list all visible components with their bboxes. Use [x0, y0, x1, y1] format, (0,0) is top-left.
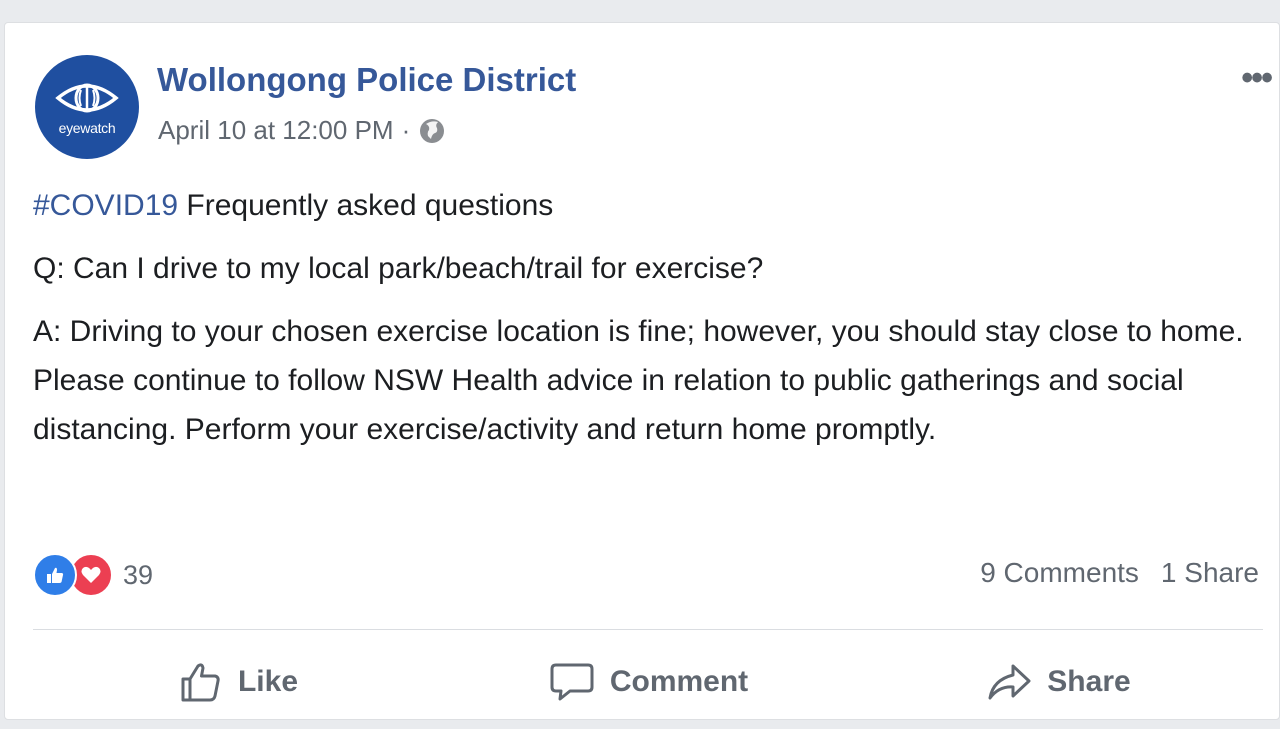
- share-button[interactable]: Share: [853, 635, 1263, 729]
- reactions-summary[interactable]: 39: [33, 553, 153, 597]
- like-label: Like: [237, 665, 299, 698]
- reaction-count: 39: [123, 559, 154, 590]
- post-timestamp[interactable]: April 10 at 12:00 PM: [158, 115, 394, 146]
- post-question: Q: Can I drive to my local park/beach/tr…: [33, 252, 764, 285]
- comment-icon: [550, 663, 594, 701]
- eye-logo-icon: [55, 83, 119, 113]
- avatar[interactable]: eyewatch: [35, 55, 139, 159]
- headline-text: Frequently asked questions: [178, 189, 554, 222]
- avatar-brand-text: eyewatch: [58, 120, 116, 136]
- comment-label: Comment: [609, 665, 749, 698]
- post-headline: #COVID19 Frequently asked questions: [33, 181, 1258, 230]
- post-meta: April 10 at 12:00 PM ·: [158, 115, 446, 146]
- post-body: #COVID19 Frequently asked questions Q: C…: [33, 181, 1258, 468]
- share-icon: [988, 664, 1031, 700]
- globe-icon: [420, 118, 445, 143]
- like-reaction-icon: [33, 553, 77, 597]
- hashtag-link[interactable]: #COVID19: [33, 189, 178, 222]
- thumbs-up-icon: [181, 663, 220, 702]
- action-bar: Like Comment Share: [33, 635, 1263, 729]
- meta-separator: ·: [401, 115, 411, 145]
- post-card: eyewatch Wollongong Police District Apri…: [4, 22, 1280, 720]
- comment-button[interactable]: Comment: [443, 635, 853, 729]
- post-answer: A: Driving to your chosen exercise locat…: [33, 315, 1244, 446]
- more-options-icon[interactable]: •••: [1241, 61, 1273, 95]
- like-button[interactable]: Like: [33, 635, 443, 729]
- engagement-stats: 9 Comments 1 Share: [980, 557, 1259, 589]
- comments-count-link[interactable]: 9 Comments: [980, 557, 1139, 589]
- page-name-link[interactable]: Wollongong Police District: [157, 61, 576, 99]
- shares-count-link[interactable]: 1 Share: [1161, 557, 1259, 589]
- share-label: Share: [1047, 665, 1131, 698]
- divider: [33, 629, 1263, 630]
